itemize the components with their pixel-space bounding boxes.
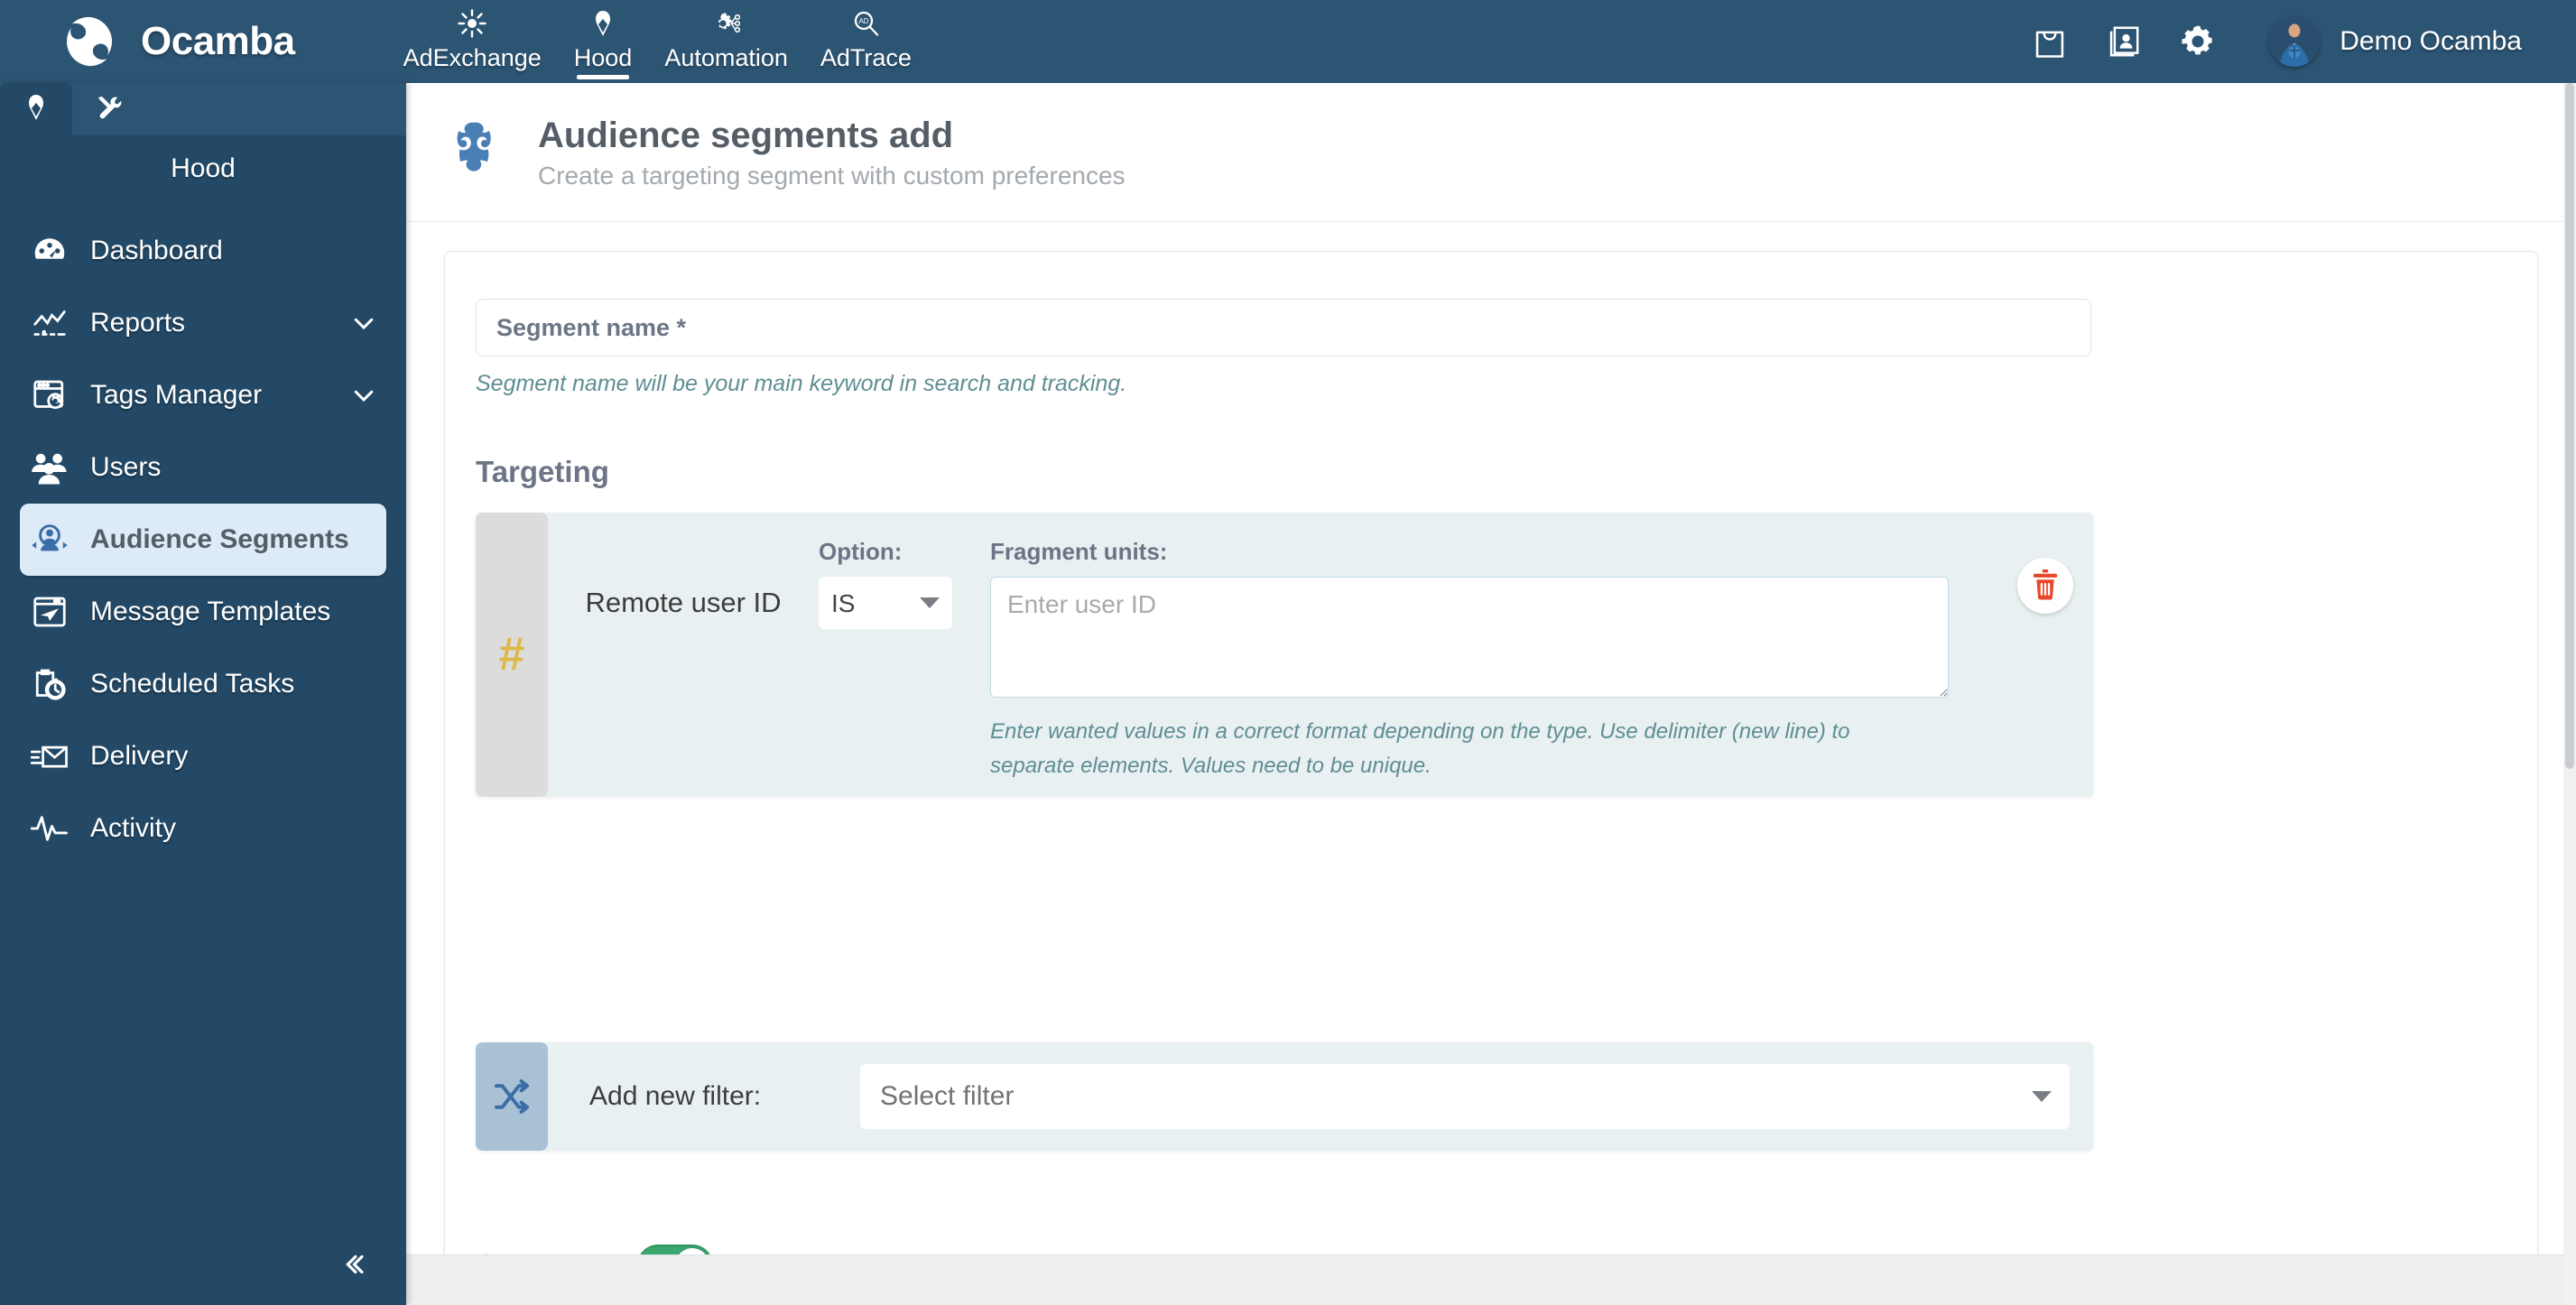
top-bar-actions: Demo Ocamba [2031, 16, 2522, 67]
magnifier-ad-icon: AD [851, 6, 880, 41]
top-nav-label: Automation [664, 44, 788, 71]
message-templates-icon [29, 591, 70, 633]
shopping-bag-icon[interactable] [2031, 23, 2069, 60]
sun-burst-icon [458, 6, 486, 41]
top-bar: Ocamba AdExchange Hood Automation AD AdT… [0, 0, 2576, 83]
chevron-down-icon[interactable] [350, 310, 377, 337]
tools-icon [94, 93, 123, 126]
delete-filter-button[interactable] [2017, 558, 2073, 614]
main-scrollbar[interactable] [2563, 83, 2576, 1305]
filter-name: Remote user ID [585, 587, 782, 618]
footer-strip [406, 1254, 2576, 1305]
page-header-text: Audience segments add Create a targeting… [538, 115, 1126, 190]
sidebar-item-dashboard[interactable]: Dashboard [20, 215, 386, 287]
filter-option-column: Option: IS [819, 513, 952, 629]
filter-option-label: Option: [819, 538, 903, 565]
sidebar-item-message-templates[interactable]: Message Templates [20, 576, 386, 648]
sidebar: Hood Dashboard Reports Tags Manager User… [0, 83, 406, 1305]
hash-icon: # [476, 513, 548, 797]
avatar [2269, 16, 2321, 67]
top-nav-item-adtrace[interactable]: AD AdTrace [804, 0, 928, 83]
fragment-units-label: Fragment units: [990, 538, 1168, 565]
fragment-units-textarea[interactable] [990, 577, 1949, 698]
page-header: Audience segments add Create a targeting… [406, 83, 2576, 222]
sidebar-menu: Dashboard Reports Tags Manager Users Aud… [0, 208, 406, 1227]
gear-network-icon [711, 6, 742, 41]
sidebar-item-label: Tags Manager [90, 380, 263, 410]
filter-option-select[interactable]: IS [819, 577, 952, 629]
add-filter-select-wrap: Select filter [860, 1042, 2093, 1151]
dashboard-icon [29, 230, 70, 272]
hood-icon [588, 6, 617, 41]
segment-name-input[interactable] [476, 299, 2091, 356]
targeting-section-title: Targeting [476, 455, 609, 488]
add-filter-label: Add new filter: [589, 1080, 762, 1111]
users-icon [29, 447, 70, 488]
top-nav-label: Hood [573, 44, 633, 71]
sidebar-item-label: Reports [90, 308, 186, 338]
fragment-units-note: Enter wanted values in a correct format … [990, 719, 1850, 779]
delivery-icon [29, 736, 70, 777]
audience-segments-icon [29, 519, 70, 560]
sidebar-item-label: Users [90, 452, 162, 482]
user-name: Demo Ocamba [2340, 26, 2522, 56]
sidebar-item-label: Scheduled Tasks [90, 669, 295, 699]
id-card-icon[interactable] [2105, 23, 2143, 60]
svg-text:AD: AD [859, 17, 869, 25]
segment-name-hint: Segment name will be your main keyword i… [476, 371, 1127, 396]
sidebar-item-tags-manager[interactable]: Tags Manager [20, 359, 386, 431]
sidebar-item-label: Delivery [90, 741, 189, 771]
chevron-down-icon[interactable] [350, 382, 377, 409]
top-nav-item-hood[interactable]: Hood [558, 0, 649, 83]
sidebar-item-label: Audience Segments [90, 524, 349, 554]
brand[interactable]: Ocamba [61, 14, 295, 69]
page-title: Audience segments add [538, 115, 954, 155]
trash-icon [2031, 569, 2060, 603]
top-nav-label: AdExchange [403, 44, 542, 71]
sidebar-item-label: Activity [90, 813, 177, 843]
scheduled-tasks-icon [29, 663, 70, 705]
sidebar-item-audience-segments[interactable]: Audience Segments [20, 504, 386, 576]
top-nav-label: AdTrace [820, 44, 912, 71]
activity-icon [29, 808, 70, 849]
filter-card-body: Remote user ID Option: IS Fragment units… [548, 513, 2093, 797]
sidebar-item-label: Message Templates [90, 597, 331, 626]
sidebar-tab-hood[interactable] [0, 83, 72, 135]
puzzle-piece-icon [444, 118, 513, 187]
ocamba-logo-icon [61, 14, 117, 69]
filter-card: # Remote user ID Option: IS Fragment uni… [476, 513, 2093, 797]
segment-form-card: Segment name will be your main keyword i… [444, 251, 2538, 1305]
fragment-units-column: Fragment units: Enter wanted values in a… [990, 513, 1949, 784]
sidebar-item-users[interactable]: Users [20, 431, 386, 504]
sidebar-tabs [0, 83, 406, 135]
sidebar-item-label: Dashboard [90, 236, 223, 265]
double-chevron-left-icon [338, 1249, 368, 1284]
top-nav: AdExchange Hood Automation AD AdTrace [387, 0, 928, 83]
main-content: Audience segments add Create a targeting… [406, 83, 2576, 1305]
shuffle-icon [476, 1041, 548, 1151]
hood-icon [22, 93, 51, 126]
gear-icon[interactable] [2179, 23, 2217, 60]
sidebar-item-delivery[interactable]: Delivery [20, 720, 386, 792]
user-menu[interactable]: Demo Ocamba [2269, 16, 2522, 67]
content-area: Segment name will be your main keyword i… [406, 222, 2576, 1305]
sidebar-item-scheduled-tasks[interactable]: Scheduled Tasks [20, 648, 386, 720]
add-filter-select-inner: Select filter [860, 1063, 2070, 1129]
sidebar-tab-tools[interactable] [72, 83, 144, 135]
sidebar-title: Hood [171, 153, 236, 183]
sidebar-item-reports[interactable]: Reports [20, 287, 386, 359]
reports-chart-icon [29, 302, 70, 344]
tags-manager-icon [29, 375, 70, 416]
filter-option-select-wrap: IS [819, 577, 952, 629]
page-subtitle: Create a targeting segment with custom p… [538, 161, 1126, 190]
scrollbar-thumb[interactable] [2565, 83, 2574, 769]
top-nav-item-adexchange[interactable]: AdExchange [387, 0, 558, 83]
top-nav-item-automation[interactable]: Automation [648, 0, 804, 83]
brand-name: Ocamba [141, 19, 295, 63]
add-filter-card: Add new filter: Select filter [476, 1041, 2093, 1151]
add-filter-select[interactable]: Select filter [860, 1063, 2070, 1129]
sidebar-collapse-button[interactable] [0, 1227, 406, 1305]
sidebar-item-activity[interactable]: Activity [20, 792, 386, 865]
